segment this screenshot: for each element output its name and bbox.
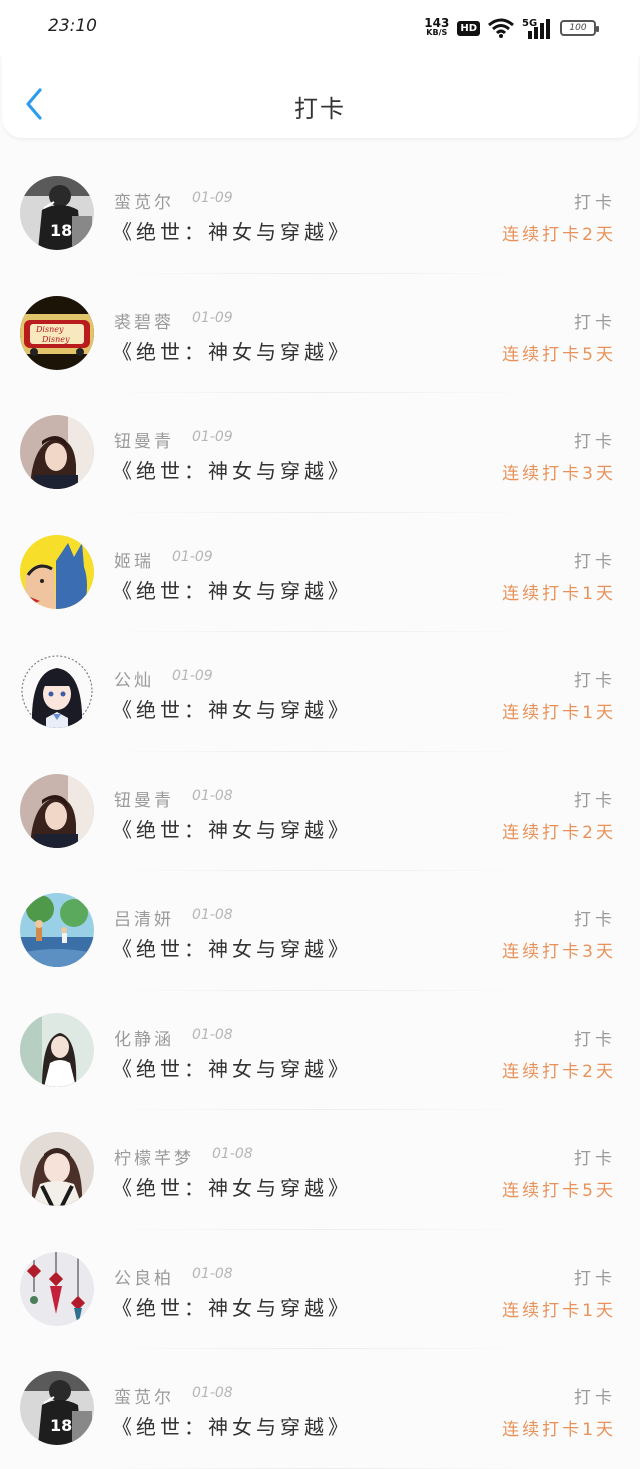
checkin-row[interactable]: 吕清妍 01-08 《绝世：神女与穿越》 打卡 连续打卡3天 <box>0 871 640 991</box>
avatar[interactable] <box>20 893 94 967</box>
svg-text:18: 18 <box>50 1416 72 1435</box>
checkin-date: 01-08 <box>212 1146 253 1162</box>
streak-text: 连续打卡1天 <box>502 1300 616 1321</box>
book-title: 《绝世：神女与穿越》 <box>112 220 352 244</box>
checkin-tag: 打卡 <box>574 193 616 213</box>
checkin-date: 01-09 <box>172 668 213 684</box>
avatar[interactable] <box>20 1251 94 1326</box>
checkin-row[interactable]: 钮曼青 01-09 《绝世：神女与穿越》 打卡 连续打卡3天 <box>0 393 640 513</box>
user-name: 吕清妍 <box>114 910 174 930</box>
book-title: 《绝世：神女与穿越》 <box>112 937 352 961</box>
network-speed-unit: KB/S <box>426 28 448 37</box>
avatar[interactable]: 18 <box>20 176 94 250</box>
avatar[interactable] <box>20 773 94 848</box>
svg-text:Disney: Disney <box>35 325 64 334</box>
book-title: 《绝世：神女与穿越》 <box>112 578 352 603</box>
streak-text: 连续打卡2天 <box>502 822 616 843</box>
book-title: 《绝世：神女与穿越》 <box>112 459 352 483</box>
streak-text: 连续打卡3天 <box>502 942 616 962</box>
battery-level: 100 <box>569 23 587 33</box>
book-title: 《绝世：神女与穿越》 <box>112 1176 352 1200</box>
checkin-date: 01-09 <box>192 309 233 326</box>
checkin-tag: 打卡 <box>574 1268 616 1289</box>
checkin-date: 01-09 <box>172 548 213 565</box>
checkin-row[interactable]: 18 蛮苋尔 01-09 《绝世：神女与穿越》 打卡 连续打卡2天 <box>0 154 640 274</box>
streak-text: 连续打卡5天 <box>502 344 616 365</box>
checkin-row[interactable]: 公良柏 01-08 《绝世：神女与穿越》 打卡 连续打卡1天 <box>0 1229 640 1349</box>
streak-text: 连续打卡1天 <box>502 703 616 723</box>
user-name: 裘碧蓉 <box>114 312 174 333</box>
user-name: 蛮苋尔 <box>114 1388 174 1408</box>
checkin-tag: 打卡 <box>574 432 616 452</box>
book-title: 《绝世：神女与穿越》 <box>112 698 352 722</box>
user-name: 化静涵 <box>114 1029 174 1050</box>
streak-text: 连续打卡5天 <box>502 1181 616 1201</box>
user-name: 钮曼青 <box>114 790 174 811</box>
book-title: 《绝世：神女与穿越》 <box>112 1056 352 1081</box>
signal-5g-icon: 5G <box>522 18 550 39</box>
status-bar: 23:10 143 KB/S HD 5G 100 <box>0 0 640 56</box>
status-icons: 143 KB/S HD 5G 100 <box>424 16 599 40</box>
book-title: 《绝世：神女与穿越》 <box>112 1295 352 1320</box>
checkin-tag: 打卡 <box>574 551 616 572</box>
checkin-date: 01-08 <box>192 1026 233 1043</box>
checkin-date: 01-08 <box>192 787 233 804</box>
checkin-tag: 打卡 <box>574 1029 616 1050</box>
checkin-row[interactable]: 公灿 01-09 《绝世：神女与穿越》 打卡 连续打卡1天 <box>0 632 640 752</box>
user-name: 柠檬芊梦 <box>114 1149 194 1169</box>
checkin-tag: 打卡 <box>574 910 616 930</box>
avatar[interactable] <box>20 654 94 728</box>
book-title: 《绝世：神女与穿越》 <box>112 1415 352 1439</box>
checkin-date: 01-08 <box>192 907 233 923</box>
user-name: 公灿 <box>114 671 154 691</box>
streak-text: 连续打卡3天 <box>502 464 616 484</box>
avatar[interactable]: Disney Disney <box>20 295 94 370</box>
streak-text: 连续打卡2天 <box>502 1061 616 1082</box>
streak-text: 连续打卡2天 <box>502 225 616 245</box>
network-speed: 143 KB/S <box>424 16 450 37</box>
avatar[interactable] <box>20 534 94 609</box>
checkin-row[interactable]: Disney Disney 裘碧蓉 01-09 《绝世：神女与穿越》 打卡 连续打… <box>0 273 640 393</box>
checkin-row[interactable]: 18 蛮苋尔 01-08 《绝世：神女与穿越》 打卡 连续打卡1天 <box>0 1349 640 1469</box>
checkin-tag: 打卡 <box>574 1388 616 1408</box>
book-title: 《绝世：神女与穿越》 <box>112 339 352 364</box>
checkin-row[interactable]: 钮曼青 01-08 《绝世：神女与穿越》 打卡 连续打卡2天 <box>0 751 640 871</box>
page-title: 打卡 <box>294 95 346 123</box>
svg-text:Disney: Disney <box>41 335 70 344</box>
battery-icon: 100 <box>560 20 599 36</box>
checkin-date: 01-08 <box>192 1385 233 1401</box>
checkin-tag: 打卡 <box>574 671 616 691</box>
streak-text: 连续打卡1天 <box>502 1420 616 1440</box>
nav-bar: 打卡 <box>2 56 638 138</box>
checkin-date: 01-09 <box>192 429 233 445</box>
user-name: 姬瑞 <box>114 551 154 572</box>
checkin-tag: 打卡 <box>574 790 616 811</box>
avatar[interactable]: 18 <box>20 1371 94 1445</box>
user-name: 公良柏 <box>114 1268 174 1289</box>
wifi-icon <box>488 18 514 38</box>
checkin-row[interactable]: 化静涵 01-08 《绝世：神女与穿越》 打卡 连续打卡2天 <box>0 990 640 1110</box>
checkin-row[interactable]: 姬瑞 01-09 《绝世：神女与穿越》 打卡 连续打卡1天 <box>0 512 640 632</box>
svg-text:18: 18 <box>50 221 72 240</box>
avatar[interactable] <box>20 1012 94 1087</box>
checkin-list: 18 蛮苋尔 01-09 《绝世：神女与穿越》 打卡 连续打卡2天 Disney… <box>0 154 640 1469</box>
user-name: 蛮苋尔 <box>114 193 174 213</box>
avatar[interactable] <box>20 1132 94 1206</box>
checkin-date: 01-09 <box>192 190 233 206</box>
user-name: 钮曼青 <box>114 432 174 452</box>
checkin-tag: 打卡 <box>574 1149 616 1169</box>
hd-icon: HD <box>457 20 480 36</box>
book-title: 《绝世：神女与穿越》 <box>112 817 352 842</box>
checkin-tag: 打卡 <box>574 312 616 333</box>
avatar[interactable] <box>20 415 94 489</box>
checkin-row[interactable]: 柠檬芊梦 01-08 《绝世：神女与穿越》 打卡 连续打卡5天 <box>0 1110 640 1230</box>
checkin-date: 01-08 <box>192 1265 233 1282</box>
streak-text: 连续打卡1天 <box>502 583 616 604</box>
status-time: 23:10 <box>48 16 97 36</box>
network-speed-value: 143 <box>424 16 450 30</box>
